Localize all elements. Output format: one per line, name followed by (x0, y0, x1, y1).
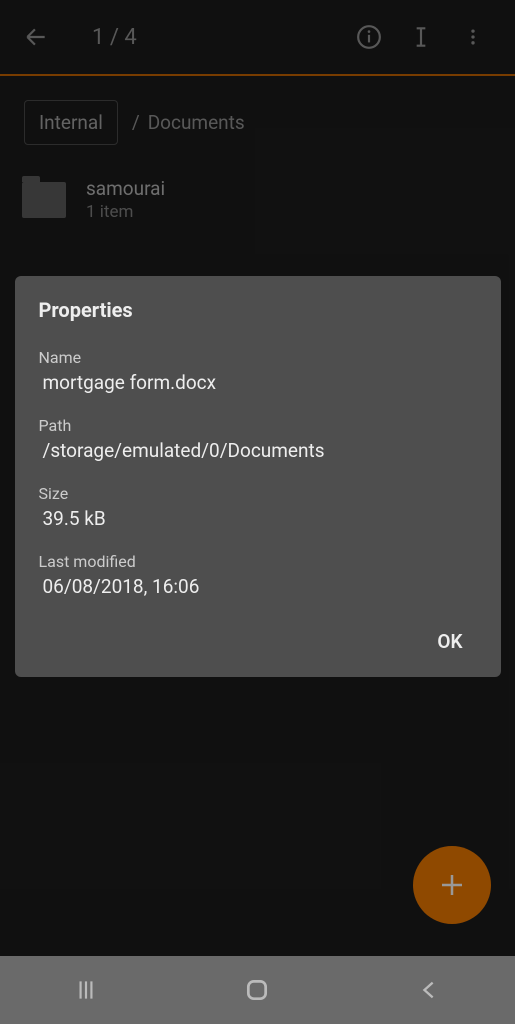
properties-dialog: Properties Name mortgage form.docx Path … (15, 276, 501, 677)
prop-modified-label: Last modified (39, 552, 477, 571)
prop-size-value: 39.5 kB (43, 507, 477, 530)
prop-name-label: Name (39, 348, 477, 367)
chevron-left-icon (418, 979, 440, 1001)
prop-size-label: Size (39, 484, 477, 503)
prop-path-value: /storage/emulated/0/Documents (43, 439, 477, 462)
ok-button[interactable]: OK (423, 620, 476, 663)
recents-icon (73, 977, 99, 1003)
plus-icon (437, 870, 467, 900)
nav-back-button[interactable] (389, 970, 469, 1010)
prop-name-value: mortgage form.docx (43, 371, 477, 394)
prop-modified-value: 06/08/2018, 16:06 (43, 575, 477, 598)
fab-add-button[interactable] (413, 846, 491, 924)
nav-home-button[interactable] (217, 970, 297, 1010)
prop-path-label: Path (39, 416, 477, 435)
home-icon (244, 977, 270, 1003)
system-navbar (0, 956, 515, 1024)
nav-recents-button[interactable] (46, 970, 126, 1010)
dialog-title: Properties (39, 298, 477, 322)
